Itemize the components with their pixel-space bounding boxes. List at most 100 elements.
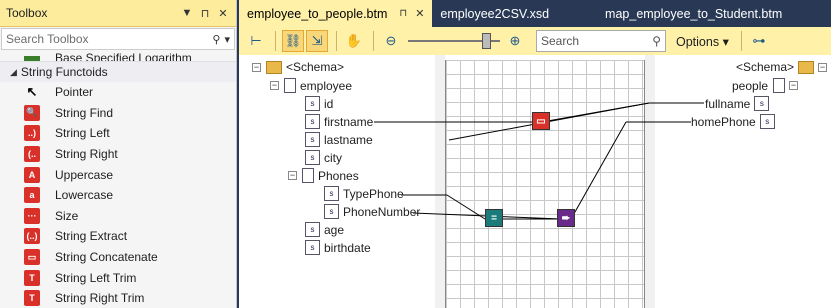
source-field-label: id — [324, 96, 334, 111]
toolbox-search-input[interactable]: Search Toolbox ⚲ ▾ — [1, 28, 235, 50]
source-field[interactable]: s birthdate — [305, 240, 371, 255]
toolbox-group-string-functoids[interactable]: ◢ String Functoids — [0, 61, 236, 82]
toolbar-separator — [373, 31, 374, 51]
pointer-icon: ↖ — [26, 84, 38, 100]
pan-hand-icon[interactable]: ✋ — [343, 30, 365, 52]
source-root[interactable]: − <Schema> — [252, 60, 344, 74]
toolbox-item[interactable]: ··· Size — [0, 206, 236, 227]
dest-field-homephone[interactable]: homePhone s — [691, 114, 779, 129]
toolbox-item[interactable]: ..) String Left — [0, 123, 236, 144]
search-icon[interactable]: ⚲ — [212, 33, 220, 46]
toolbox-item[interactable]: (..) String Extract — [0, 226, 236, 247]
string-concatenate-functoid[interactable]: ▭ — [532, 112, 550, 130]
tab-label: employee2CSV.xsd — [440, 6, 550, 21]
close-icon[interactable]: ✕ — [216, 7, 230, 20]
toolbox-item-label: Pointer — [55, 85, 94, 100]
link-valuemap-route[interactable] — [570, 121, 627, 220]
toolbox-item[interactable]: a Lowercase — [0, 185, 236, 206]
expand-icon[interactable]: − — [288, 171, 297, 180]
source-field[interactable]: s id — [305, 96, 333, 111]
expand-icon[interactable]: − — [270, 81, 279, 90]
toolbox-item-label: String Find — [55, 105, 114, 120]
zoom-slider-thumb[interactable] — [482, 33, 491, 49]
string-right-trim-icon: T — [24, 290, 40, 307]
document-tabs: employee_to_people.btm ⊓ ✕ employee2CSV.… — [239, 0, 831, 27]
pin-icon[interactable]: ⊓ — [198, 7, 212, 20]
toolbox-title-bar: Toolbox ▼ ⊓ ✕ — [0, 0, 236, 27]
expand-icon[interactable]: − — [252, 62, 261, 72]
dest-record-people[interactable]: people − — [732, 78, 803, 93]
tab-employee-to-people[interactable]: employee_to_people.btm ⊓ ✕ — [239, 0, 433, 27]
link-concat-fullname[interactable] — [541, 102, 650, 123]
zoom-slider[interactable] — [408, 30, 500, 52]
toolbox-item[interactable]: 🔍 String Find — [0, 103, 236, 124]
relink-icon[interactable]: ⊶ — [748, 30, 770, 52]
field-icon: s — [759, 114, 775, 129]
auto-scroll-icon[interactable]: ⇲ — [306, 30, 328, 52]
source-field[interactable]: s firstname — [305, 114, 373, 129]
toolbox-item-label: String Extract — [55, 229, 128, 244]
options-menu-button[interactable]: Options ▾ — [676, 34, 729, 49]
toolbox-item-label: String Right — [55, 147, 118, 162]
field-icon: s — [305, 150, 320, 165]
source-record-employee[interactable]: − employee — [270, 78, 352, 93]
toolbox-item-cut[interactable]: Base Specified Logarithm — [0, 51, 236, 61]
string-left-icon: ..) — [24, 125, 40, 142]
dest-field-fullname[interactable]: fullname s — [705, 96, 773, 111]
mapper-search-input[interactable]: Search ⚲ — [536, 30, 666, 52]
source-field-label: TypePhone — [343, 186, 404, 201]
field-icon: s — [305, 96, 320, 111]
source-field-label: PhoneNumber — [343, 204, 421, 219]
source-field[interactable]: s PhoneNumber — [324, 204, 420, 219]
toolbox-item-label: String Left Trim — [55, 270, 137, 285]
zoom-in-icon[interactable]: ⊕ — [504, 30, 526, 52]
value-mapping-functoid[interactable]: ➨ — [557, 209, 575, 227]
dest-root[interactable]: <Schema> − — [736, 60, 831, 74]
source-record-phones[interactable]: − Phones — [288, 168, 359, 183]
mapper-canvas[interactable]: ▭ = ➨ − <Schema> − employee s id s firstnam… — [239, 55, 831, 308]
toolbox-item[interactable]: A Uppercase — [0, 164, 236, 185]
toolbox-item[interactable]: ▭ String Concatenate — [0, 247, 236, 268]
toolbox-item[interactable]: ↖ Pointer — [0, 82, 236, 103]
tab-employee2csv[interactable]: employee2CSV.xsd — [432, 0, 557, 27]
collapse-triangle-icon[interactable]: ◢ — [10, 67, 17, 78]
toolbox-item[interactable]: T String Right Trim — [0, 288, 236, 308]
tab-map-employee-to-student[interactable]: map_employee_to_Student.btm — [597, 0, 790, 27]
dropdown-icon[interactable]: ▼ — [180, 7, 194, 19]
toolbar-separator — [740, 31, 742, 51]
source-field[interactable]: s city — [305, 150, 342, 165]
document-area: employee_to_people.btm ⊓ ✕ employee2CSV.… — [239, 0, 831, 308]
field-icon: s — [305, 222, 320, 237]
field-icon: s — [305, 132, 320, 147]
equal-functoid[interactable]: = — [485, 209, 503, 227]
source-field[interactable]: s TypePhone — [324, 186, 404, 201]
field-icon: s — [754, 96, 770, 111]
close-icon[interactable]: ✕ — [415, 7, 424, 20]
string-concatenate-icon: ▭ — [24, 249, 40, 266]
expand-icon[interactable]: − — [789, 81, 799, 90]
toolbox-item-label: Uppercase — [55, 167, 114, 182]
dest-field-label: homePhone — [691, 114, 756, 129]
tree-view-icon[interactable]: ⊢ — [245, 30, 267, 52]
chevron-down-icon[interactable]: ▾ — [224, 33, 230, 46]
source-field[interactable]: s age — [305, 222, 344, 237]
source-field-label: lastname — [324, 132, 373, 147]
pin-icon[interactable]: ⊓ — [399, 8, 407, 19]
source-field-label: city — [324, 150, 342, 165]
link-icon[interactable]: ⛓ — [282, 30, 304, 52]
toolbox-item[interactable]: T String Left Trim — [0, 267, 236, 288]
source-field-label: age — [324, 222, 345, 237]
zoom-out-icon[interactable]: ⊖ — [380, 30, 402, 52]
search-icon[interactable]: ⚲ — [652, 34, 661, 48]
source-field-label: birthdate — [324, 240, 371, 255]
toolbox-item-label: Base Specified Logarithm — [55, 51, 192, 61]
toolbox-item-label: Lowercase — [55, 188, 114, 203]
uppercase-icon: A — [24, 166, 40, 183]
toolbar-separator — [336, 31, 337, 51]
toolbox-item[interactable]: (.. String Right — [0, 144, 236, 165]
mapper-search-placeholder: Search — [541, 34, 580, 48]
toolbox-search-placeholder: Search Toolbox — [6, 32, 89, 46]
source-field[interactable]: s lastname — [305, 132, 373, 147]
string-find-icon: 🔍 — [24, 104, 40, 121]
expand-icon[interactable]: − — [818, 62, 828, 72]
